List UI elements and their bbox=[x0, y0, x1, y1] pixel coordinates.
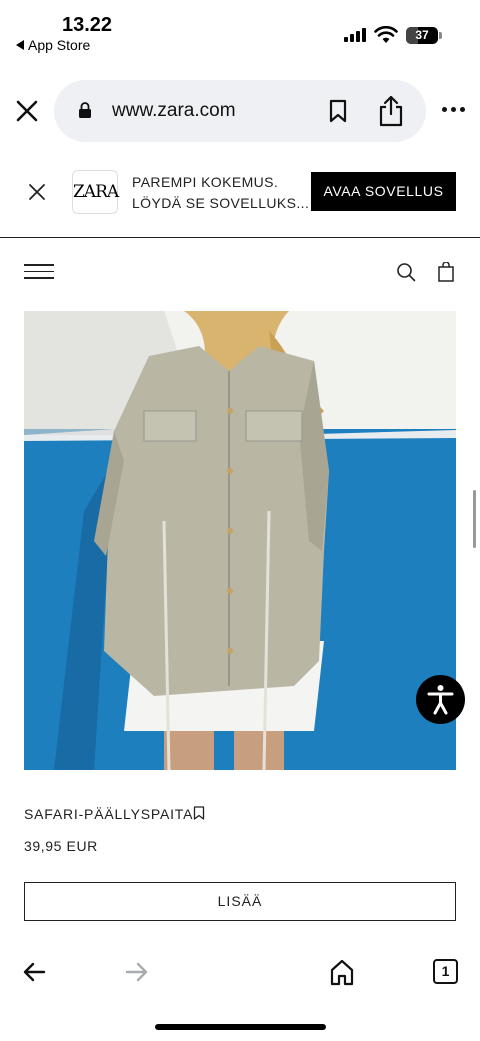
bookmark-icon[interactable] bbox=[328, 99, 348, 123]
tabs-icon[interactable]: 1 bbox=[433, 959, 458, 984]
header-divider bbox=[0, 237, 480, 238]
banner-line-2: LÖYDÄ SE SOVELLUKS... bbox=[132, 195, 310, 211]
status-bar: 13.22 App Store 37 bbox=[0, 0, 480, 62]
zara-app-logo: ZARA bbox=[72, 170, 119, 214]
url-text: www.zara.com bbox=[112, 100, 236, 121]
back-triangle-icon bbox=[16, 40, 24, 50]
cellular-signal-icon bbox=[344, 28, 366, 42]
tabs-count: 1 bbox=[441, 963, 450, 979]
bag-icon[interactable] bbox=[437, 262, 455, 282]
banner-line-1: PAREMPI KOKEMUS. bbox=[132, 174, 279, 190]
wishlist-bookmark-icon[interactable] bbox=[193, 806, 205, 820]
forward-arrow-icon[interactable] bbox=[125, 961, 149, 983]
home-indicator[interactable] bbox=[155, 1024, 326, 1030]
back-app-label: App Store bbox=[28, 37, 91, 53]
product-image[interactable] bbox=[24, 311, 456, 770]
status-time: 13.22 bbox=[62, 14, 113, 36]
menu-icon[interactable] bbox=[24, 264, 54, 280]
address-bar[interactable]: www.zara.com bbox=[54, 80, 426, 142]
battery-icon: 37 bbox=[406, 27, 442, 44]
banner-text: PAREMPI KOKEMUS. LÖYDÄ SE SOVELLUKS... bbox=[132, 172, 309, 214]
battery-level: 37 bbox=[415, 28, 429, 42]
banner-close-icon[interactable] bbox=[26, 181, 48, 203]
wifi-icon bbox=[374, 26, 398, 43]
back-arrow-icon[interactable] bbox=[22, 961, 46, 983]
back-to-app-link[interactable]: App Store bbox=[16, 37, 90, 53]
accessibility-icon bbox=[427, 685, 454, 715]
scrollbar[interactable] bbox=[473, 490, 476, 548]
product-name[interactable]: SAFARI-PÄÄLLYSPAITA bbox=[24, 806, 193, 822]
accessibility-button[interactable] bbox=[416, 675, 465, 724]
share-icon[interactable] bbox=[378, 95, 404, 127]
open-app-button[interactable]: AVAA SOVELLUS bbox=[311, 172, 456, 211]
lock-icon bbox=[79, 102, 91, 118]
home-icon[interactable] bbox=[329, 958, 355, 986]
add-to-cart-button[interactable]: LISÄÄ bbox=[24, 882, 456, 921]
search-icon[interactable] bbox=[396, 262, 416, 282]
more-icon[interactable] bbox=[442, 107, 465, 112]
product-price: 39,95 EUR bbox=[24, 838, 98, 854]
close-icon[interactable] bbox=[14, 98, 40, 124]
